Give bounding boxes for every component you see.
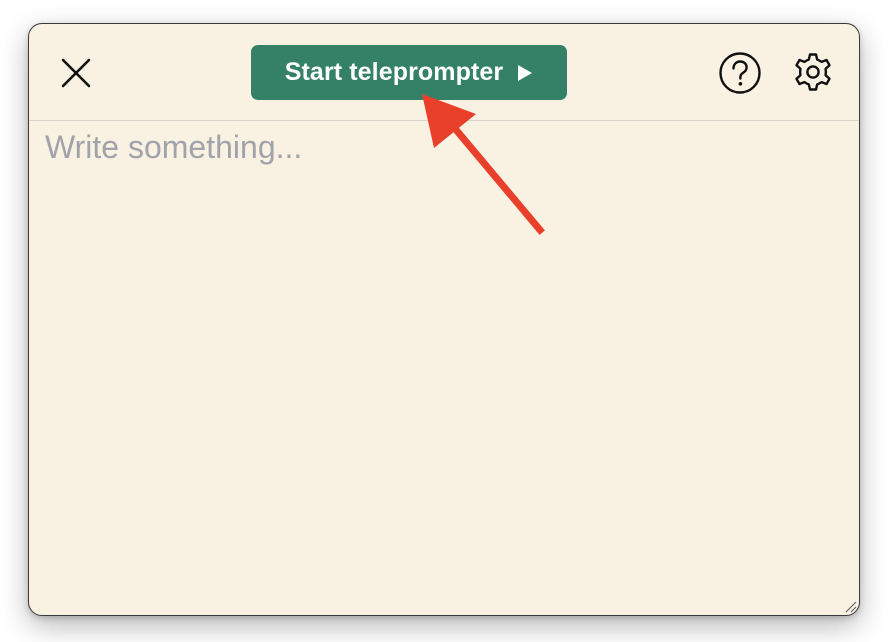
- close-button[interactable]: [59, 56, 93, 90]
- settings-button[interactable]: [792, 51, 834, 93]
- close-icon: [61, 58, 91, 88]
- gear-icon: [795, 53, 831, 91]
- help-button[interactable]: [718, 51, 762, 95]
- start-teleprompter-button[interactable]: Start teleprompter: [251, 45, 567, 100]
- toolbar: Start teleprompter: [29, 24, 859, 121]
- script-text-input[interactable]: [45, 129, 843, 609]
- resize-grip-icon: [845, 601, 857, 613]
- script-editor: [29, 121, 859, 615]
- teleprompter-window: Start teleprompter: [28, 23, 860, 616]
- question-circle-icon: [719, 52, 761, 94]
- start-teleprompter-label: Start teleprompter: [284, 58, 504, 86]
- resize-handle[interactable]: [841, 597, 857, 613]
- play-icon: [518, 64, 533, 81]
